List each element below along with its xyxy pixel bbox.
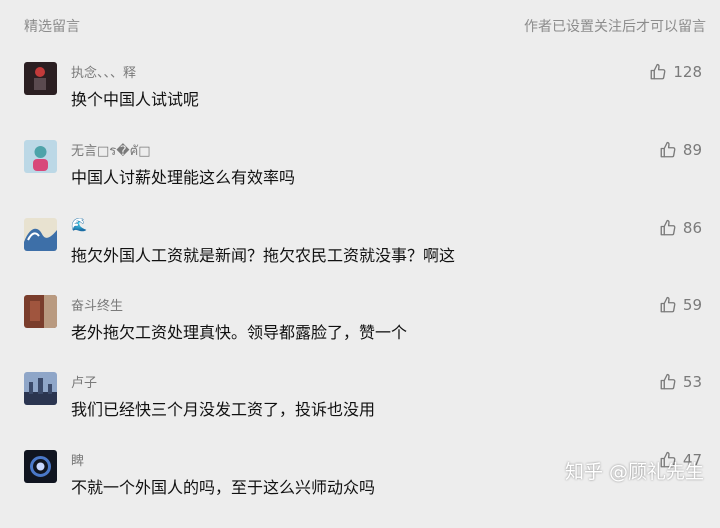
like-button[interactable]: 89 [659,140,702,160]
thumbs-up-icon [660,141,676,158]
comment-text: 不就一个外国人的吗，至于这么兴师动众吗 [71,478,376,497]
comment-item: 无言□ร�ฅั□ 中国人讨薪处理能这么有效率吗 89 [0,140,720,218]
comment-nickname[interactable]: 🌊 [71,218,87,233]
like-button[interactable]: 59 [659,295,702,315]
like-button[interactable]: 53 [659,372,702,392]
like-count: 53 [682,373,702,391]
avatar[interactable] [24,218,57,251]
zhihu-watermark: 知乎 @顾礼先生 [564,461,704,483]
like-button[interactable]: 86 [659,218,702,238]
comment-text: 老外拖欠工资处理真快。领导都露脸了，赞一个 [71,323,408,342]
comment-text: 拖欠外国人工资就是新闻？拖欠农民工资就没事？啊这 [71,246,456,265]
thumbs-up-icon [660,296,676,313]
comments-header: 精选留言 作者已设置关注后才可以留言 [0,0,720,52]
like-count: 128 [673,63,702,81]
thumbs-up-icon [660,219,676,236]
thumbs-up-icon [650,63,666,80]
comment-nickname[interactable]: 执念、、、释 [71,62,136,81]
comment-permission-note: 作者已设置关注后才可以留言 [524,19,706,35]
comment-text: 换个中国人试试呢 [71,90,200,109]
comment-item: 奋斗终生 老外拖欠工资处理真快。领导都露脸了，赞一个 59 [0,295,720,373]
comment-item: 🌊 拖欠外国人工资就是新闻？拖欠农民工资就没事？啊这 86 [0,218,720,296]
comment-text: 我们已经快三个月没发工资了，投诉也没用 [71,400,376,419]
comment-text: 中国人讨薪处理能这么有效率吗 [71,168,296,187]
featured-comments-title: 精选留言 [24,19,80,35]
comment-nickname[interactable]: 奋斗终生 [71,295,123,314]
like-count: 86 [682,219,702,237]
avatar[interactable] [24,140,57,173]
like-count: 59 [682,296,702,314]
like-button[interactable]: 128 [649,62,702,82]
avatar[interactable] [24,372,57,405]
thumbs-up-icon [660,373,676,390]
comment-nickname[interactable]: 无言□ร�ฅั□ [71,140,151,161]
avatar[interactable] [24,450,57,483]
comment-nickname[interactable]: 卢子 [71,372,97,391]
avatar[interactable] [24,62,57,95]
comment-nickname[interactable]: 睥 [71,450,84,469]
like-count: 89 [682,141,702,159]
comment-item: 执念、、、释 换个中国人试试呢 128 [0,62,720,140]
comment-item: 卢子 我们已经快三个月没发工资了，投诉也没用 53 [0,372,720,450]
avatar[interactable] [24,295,57,328]
